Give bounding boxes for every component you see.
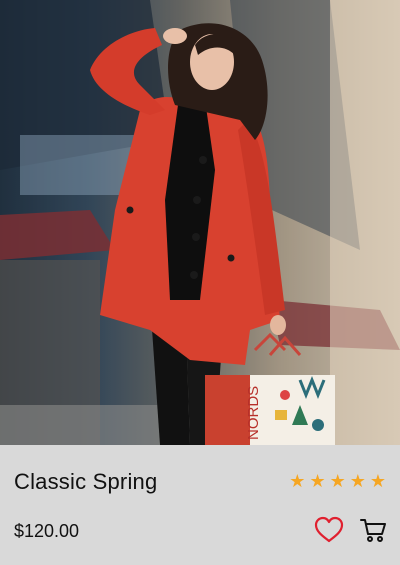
star-icon: ★ xyxy=(369,471,386,491)
star-icon: ★ xyxy=(349,471,366,491)
star-icon: ★ xyxy=(309,471,326,491)
product-image[interactable]: NORDS xyxy=(0,0,400,445)
star-icon: ★ xyxy=(289,471,306,491)
favorite-button[interactable] xyxy=(314,515,344,545)
product-price: $120.00 xyxy=(14,521,80,541)
heart-icon xyxy=(314,516,344,543)
cart-icon xyxy=(360,519,386,542)
bag-logo-text: NORDS xyxy=(245,386,262,440)
product-actions xyxy=(314,515,388,545)
product-title: Classic Spring xyxy=(14,469,158,494)
product-card[interactable]: NORDS Classic Spring ★ ★ ★ ★ ★ $120.00 xyxy=(0,0,400,565)
rating-stars: ★ ★ ★ ★ ★ xyxy=(289,471,386,491)
product-photo-illustration: NORDS xyxy=(0,0,400,445)
add-to-cart-button[interactable] xyxy=(358,515,388,545)
product-info: Classic Spring ★ ★ ★ ★ ★ $120.00 xyxy=(0,445,400,565)
star-icon: ★ xyxy=(329,471,346,491)
